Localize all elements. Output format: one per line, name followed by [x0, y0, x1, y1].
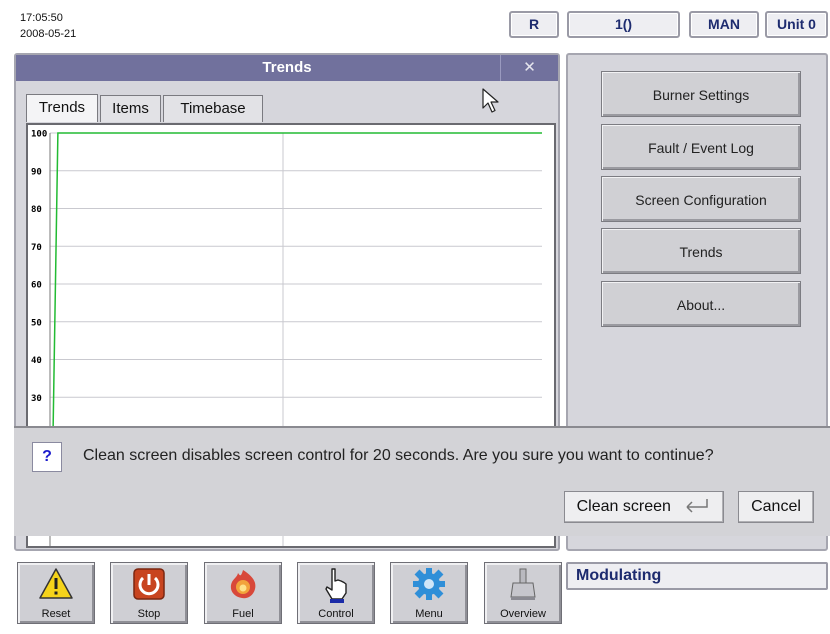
fault-event-log-button[interactable]: Fault / Event Log [601, 124, 801, 170]
warning-icon [39, 568, 73, 599]
clean-screen-button[interactable]: Clean screen [564, 491, 724, 523]
trends-window-title: Trends [262, 59, 312, 76]
gear-icon [413, 568, 445, 600]
overview-label: Overview [500, 608, 546, 620]
overview-button[interactable]: Overview [484, 562, 562, 624]
current-time: 17:05:50 [20, 12, 63, 24]
control-label: Control [318, 608, 354, 620]
trends-button[interactable]: Trends [601, 228, 801, 274]
y-tick-label: 80 [31, 205, 42, 215]
reset-button[interactable]: Reset [17, 562, 95, 624]
menu-label: Menu [415, 608, 443, 620]
reset-label: Reset [41, 608, 71, 620]
y-tick-label: 60 [31, 281, 42, 291]
stop-icon [133, 568, 165, 600]
y-tick-label: 70 [31, 243, 42, 253]
burner-status: Modulating [566, 562, 828, 590]
y-tick-label: 90 [31, 167, 42, 177]
burner-settings-button[interactable]: Burner Settings [601, 71, 801, 117]
fuel-label: Fuel [232, 608, 254, 620]
menu-button[interactable]: Menu [390, 562, 468, 624]
control-button[interactable]: Control [297, 562, 375, 624]
clean-screen-dialog: ? Clean screen disables screen control f… [14, 426, 830, 536]
about-button[interactable]: About... [601, 281, 801, 327]
y-tick-label: 100 [31, 130, 47, 140]
question-icon: ? [32, 442, 62, 472]
y-tick-label: 30 [31, 394, 42, 404]
enter-arrow-icon [686, 499, 709, 513]
current-date: 2008-05-21 [20, 28, 77, 40]
tab-trends[interactable]: Trends [26, 94, 98, 122]
flame-icon [230, 570, 256, 599]
mouse-cursor-icon [482, 88, 499, 113]
stop-label: Stop [137, 608, 161, 620]
fuel-button[interactable]: Fuel [204, 562, 282, 624]
channel-indicator: 1() [567, 11, 680, 38]
boiler-icon [510, 568, 536, 600]
stop-button[interactable]: Stop [110, 562, 188, 624]
tab-timebase[interactable]: Timebase [163, 95, 263, 122]
unit-indicator: Unit 0 [765, 11, 828, 38]
clean-screen-label: Clean screen [576, 498, 671, 515]
remote-indicator: R [509, 11, 559, 38]
y-tick-label: 50 [31, 318, 42, 328]
close-icon[interactable]: ✕ [500, 55, 558, 81]
trends-window-titlebar[interactable]: Trends [16, 55, 558, 81]
mode-indicator: MAN [689, 11, 759, 38]
y-tick-label: 40 [31, 356, 42, 366]
hand-pointer-icon [325, 568, 347, 603]
dialog-message: Clean screen disables screen control for… [83, 447, 714, 464]
screen-configuration-button[interactable]: Screen Configuration [601, 176, 801, 222]
cancel-button[interactable]: Cancel [738, 491, 814, 523]
tab-items[interactable]: Items [100, 95, 161, 122]
